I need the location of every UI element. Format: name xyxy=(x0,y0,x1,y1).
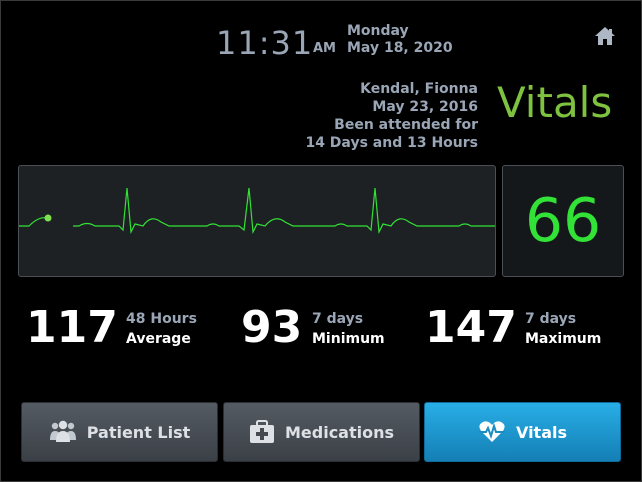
patient-name: Kendal, Fionna xyxy=(360,81,478,97)
stat-average-label: Average xyxy=(126,331,191,347)
vitals-button[interactable]: Vitals xyxy=(424,402,621,462)
heart-rate-display: 66 xyxy=(502,165,624,277)
patient-list-button[interactable]: Patient List xyxy=(21,402,218,462)
weekday: Monday xyxy=(347,23,409,39)
medkit-icon xyxy=(249,420,274,443)
patient-info: Kendal, Fionna May 23, 2016 Been attende… xyxy=(305,80,478,152)
stat-minimum-value: 93 xyxy=(241,302,303,353)
date-text: May 18, 2020 xyxy=(347,40,453,56)
home-icon[interactable] xyxy=(594,26,616,46)
ecg-monitor xyxy=(18,165,496,277)
patient-date: May 23, 2016 xyxy=(372,99,478,115)
clock-time: 11:31 xyxy=(216,24,314,62)
users-icon xyxy=(49,420,76,442)
stat-maximum-period: 7 days xyxy=(525,311,577,327)
attended-line-2: 14 Days and 13 Hours xyxy=(305,135,478,151)
current-date: Monday May 18, 2020 xyxy=(347,23,453,57)
clock-ampm: AM xyxy=(313,41,336,56)
medications-label: Medications xyxy=(284,422,395,442)
stat-minimum-label: Minimum xyxy=(312,331,385,347)
stat-minimum-period: 7 days xyxy=(312,311,364,327)
stat-maximum-value: 147 xyxy=(425,302,517,353)
stat-average-period: 48 Hours xyxy=(126,311,197,327)
heart-rate-value: 66 xyxy=(524,186,602,256)
patient-list-label: Patient List xyxy=(86,422,191,442)
stat-maximum-label: Maximum xyxy=(525,331,602,347)
attended-line-1: Been attended for xyxy=(334,117,478,133)
stat-average-value: 117 xyxy=(26,302,118,353)
screen-title: Vitals xyxy=(497,78,613,127)
medications-button[interactable]: Medications xyxy=(223,402,420,462)
heartbeat-icon xyxy=(478,421,505,442)
ecg-waveform xyxy=(19,187,495,235)
vitals-label: Vitals xyxy=(515,422,568,442)
